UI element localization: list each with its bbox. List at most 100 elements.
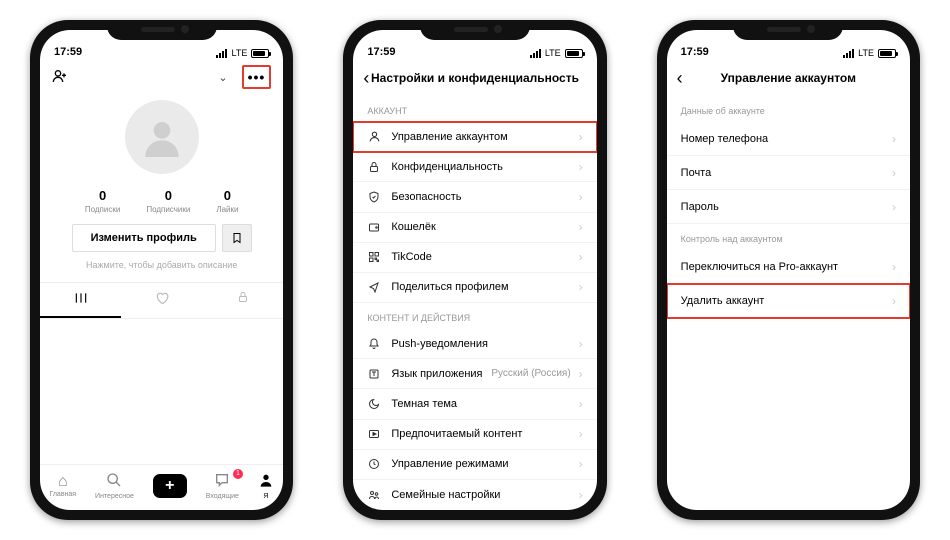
- page-title: Управление аккаунтом: [721, 71, 856, 85]
- row-label: TikCode: [391, 251, 570, 263]
- chevron-right-icon: ›: [579, 488, 583, 502]
- nav-home[interactable]: ⌂ Главная: [49, 474, 76, 498]
- settings-row[interactable]: Управление режимами ›: [353, 450, 596, 480]
- network-label: LTE: [545, 48, 561, 58]
- row-label: Управление режимами: [391, 458, 570, 470]
- bio-hint[interactable]: Нажмите, чтобы добавить описание: [40, 260, 283, 270]
- settings-row[interactable]: Конфиденциальность ›: [353, 152, 596, 182]
- row-label: Номер телефона: [681, 133, 884, 145]
- chevron-right-icon: ›: [892, 200, 896, 214]
- search-icon: [106, 472, 122, 492]
- signal-icon: [843, 49, 854, 58]
- settings-row[interactable]: Язык приложения Русский (Россия) ›: [353, 359, 596, 389]
- nav-discover[interactable]: Интересное: [95, 472, 134, 500]
- row-label: Кошелёк: [391, 221, 570, 233]
- family-icon: [367, 489, 381, 501]
- settings-row[interactable]: Номер телефона ›: [667, 122, 910, 156]
- chevron-right-icon: ›: [579, 367, 583, 381]
- battery-icon: [251, 49, 269, 58]
- stat-likes[interactable]: 0 Лайки: [216, 188, 238, 214]
- lock-icon: [367, 161, 381, 173]
- chevron-down-icon[interactable]: ⌄: [218, 71, 227, 84]
- chevron-right-icon: ›: [579, 220, 583, 234]
- add-user-icon[interactable]: [52, 68, 68, 87]
- moon-icon: [367, 398, 381, 410]
- chevron-right-icon: ›: [579, 280, 583, 294]
- row-label: Push-уведомления: [391, 338, 570, 350]
- profile-icon: [258, 472, 274, 492]
- chevron-right-icon: ›: [579, 457, 583, 471]
- device-notch: [733, 20, 843, 40]
- row-label: Безопасность: [391, 191, 570, 203]
- row-label: Язык приложения: [391, 368, 483, 380]
- chevron-right-icon: ›: [579, 250, 583, 264]
- row-label: Переключиться на Pro-аккаунт: [681, 261, 884, 273]
- avatar[interactable]: [125, 100, 199, 174]
- inbox-icon: [214, 472, 230, 492]
- page-title: Настройки и конфиденциальность: [371, 71, 579, 85]
- share-icon: [367, 281, 381, 293]
- back-button[interactable]: ‹: [677, 68, 683, 89]
- tab-liked[interactable]: [121, 283, 202, 318]
- chevron-right-icon: ›: [579, 397, 583, 411]
- back-button[interactable]: ‹: [363, 68, 369, 89]
- chevron-right-icon: ›: [579, 130, 583, 144]
- more-menu-button[interactable]: •••: [242, 65, 272, 89]
- row-label: Почта: [681, 167, 884, 179]
- edit-profile-button[interactable]: Изменить профиль: [72, 224, 216, 252]
- network-label: LTE: [231, 48, 247, 58]
- settings-row[interactable]: Безопасность ›: [353, 182, 596, 212]
- settings-row[interactable]: Предпочитаемый контент ›: [353, 420, 596, 450]
- bookmarks-button[interactable]: [222, 224, 252, 252]
- settings-row[interactable]: Поделиться профилем ›: [353, 273, 596, 303]
- chevron-right-icon: ›: [579, 337, 583, 351]
- phone-profile: 17:59 LTE ⌄ ••• 0 П: [30, 20, 293, 520]
- nav-create[interactable]: +: [153, 474, 187, 498]
- tab-posts[interactable]: [40, 283, 121, 318]
- row-label: Конфиденциальность: [391, 161, 570, 173]
- chevron-right-icon: ›: [579, 160, 583, 174]
- nav-me[interactable]: Я: [258, 472, 274, 500]
- inbox-badge: 1: [233, 469, 243, 479]
- nav-inbox[interactable]: 1 Входящие: [206, 472, 239, 500]
- settings-row[interactable]: Кошелёк ›: [353, 213, 596, 243]
- section-label: КОНТЕНТ И ДЕЙСТВИЯ: [353, 303, 596, 329]
- settings-row[interactable]: Почта ›: [667, 156, 910, 190]
- chevron-right-icon: ›: [892, 132, 896, 146]
- bell-icon: [367, 338, 381, 350]
- lang-icon: [367, 368, 381, 380]
- stat-followers[interactable]: 0 Подписчики: [146, 188, 190, 214]
- section-label: АККАУНТ: [353, 96, 596, 122]
- chevron-right-icon: ›: [892, 294, 896, 308]
- row-value: Русский (Россия): [491, 368, 570, 379]
- settings-row[interactable]: Удалить аккаунт ›: [667, 284, 910, 318]
- qr-icon: [367, 251, 381, 263]
- wallet-icon: [367, 221, 381, 233]
- settings-row[interactable]: Пароль ›: [667, 190, 910, 224]
- home-icon: ⌂: [58, 474, 68, 490]
- settings-row[interactable]: Push-уведомления ›: [353, 329, 596, 359]
- battery-icon: [565, 49, 583, 58]
- row-label: Управление аккаунтом: [391, 131, 570, 143]
- stat-following[interactable]: 0 Подписки: [85, 188, 120, 214]
- row-label: Семейные настройки: [391, 489, 570, 501]
- row-label: Удалить аккаунт: [681, 295, 884, 307]
- phone-manage-account: 17:59 LTE ‹ Управление аккаунтом Данные …: [657, 20, 920, 520]
- signal-icon: [530, 49, 541, 58]
- status-time: 17:59: [367, 46, 395, 58]
- network-label: LTE: [858, 48, 874, 58]
- chevron-right-icon: ›: [579, 190, 583, 204]
- settings-row[interactable]: TikCode ›: [353, 243, 596, 273]
- section-label: Контроль над аккаунтом: [667, 224, 910, 250]
- row-label: Темная тема: [391, 398, 570, 410]
- status-time: 17:59: [681, 46, 709, 58]
- tab-private[interactable]: [202, 283, 283, 318]
- settings-row[interactable]: Переключиться на Pro-аккаунт ›: [667, 250, 910, 284]
- settings-row[interactable]: Семейные настройки ›: [353, 480, 596, 510]
- settings-row[interactable]: Темная тема ›: [353, 389, 596, 419]
- phone-settings: 17:59 LTE ‹ Настройки и конфиденциальнос…: [343, 20, 606, 520]
- row-label: Предпочитаемый контент: [391, 428, 570, 440]
- settings-row[interactable]: Управление аккаунтом ›: [353, 122, 596, 152]
- clock-icon: [367, 458, 381, 470]
- battery-icon: [878, 49, 896, 58]
